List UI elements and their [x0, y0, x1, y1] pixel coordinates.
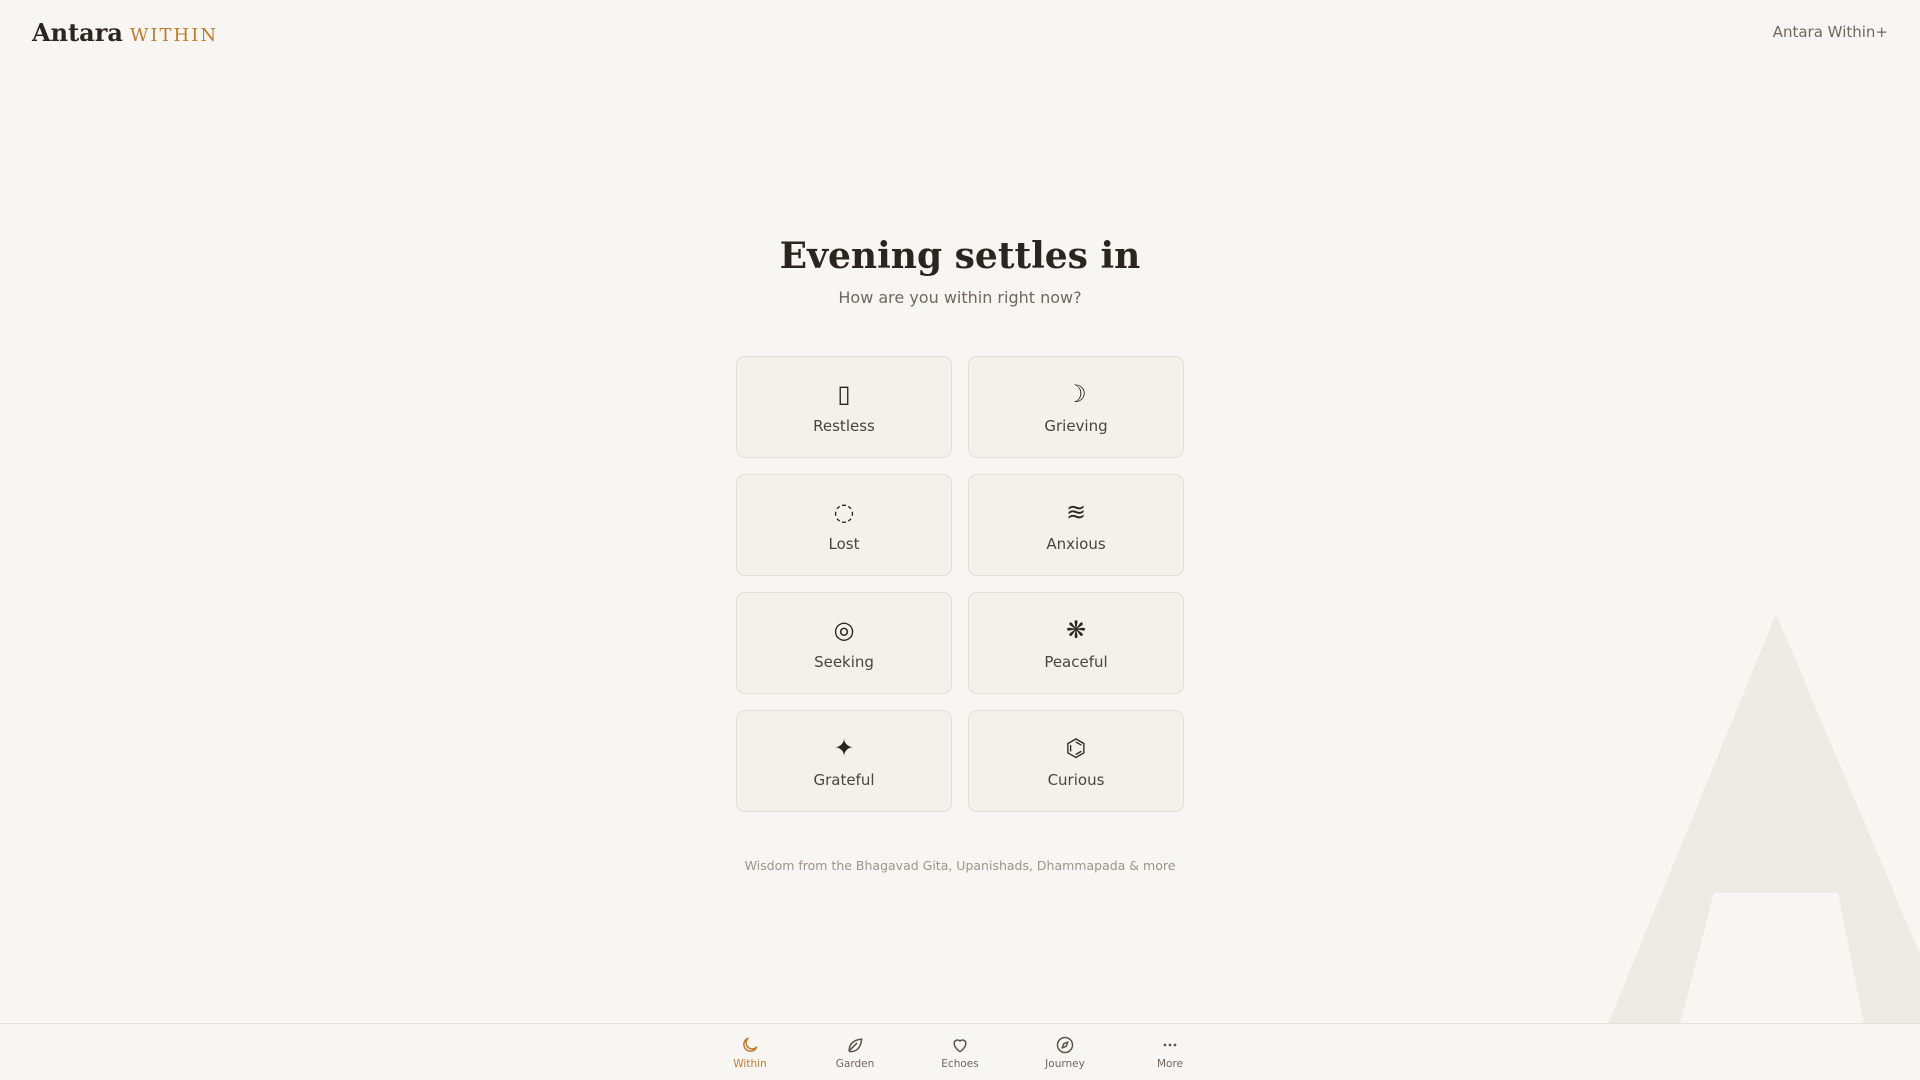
target-circle-icon: ◎ [833, 616, 855, 644]
nav-label: Journey [1045, 1057, 1085, 1070]
wisdom-sources-note: Wisdom from the Bhagavad Gita, Upanishad… [744, 858, 1176, 873]
mood-label: Lost [828, 535, 860, 553]
heart-icon [953, 1038, 967, 1052]
mood-grid: ▯ Restless ☽ Grieving ◌ Lost ≋ Anxious ◎… [736, 356, 1184, 812]
nav-item-echoes[interactable]: Echoes [908, 1035, 1013, 1070]
mood-card-peaceful[interactable]: ❋ Peaceful [968, 592, 1184, 694]
main-content: Evening settles in How are you within ri… [0, 0, 1920, 873]
nav-label: Within [733, 1057, 767, 1070]
nav-item-within[interactable]: Within [698, 1035, 803, 1070]
mood-card-lost[interactable]: ◌ Lost [736, 474, 952, 576]
mood-card-curious[interactable]: ⌬ Curious [968, 710, 1184, 812]
mood-card-grieving[interactable]: ☽ Grieving [968, 356, 1184, 458]
mood-label: Anxious [1046, 535, 1106, 553]
nav-label: More [1156, 1057, 1184, 1070]
crescent-moon-icon: ☽ [1065, 380, 1087, 408]
mood-label: Grieving [1044, 417, 1108, 435]
bottom-nav: Within Garden Echoes Journey More [0, 1023, 1920, 1080]
mood-label: Restless [813, 417, 875, 435]
page-subtitle: How are you within right now? [838, 288, 1082, 307]
more-dots-icon [1163, 1043, 1177, 1046]
mood-card-grateful[interactable]: ✦ Grateful [736, 710, 952, 812]
restless-icon: ▯ [837, 380, 851, 408]
nav-item-journey[interactable]: Journey [1013, 1035, 1118, 1070]
sparkle-star-icon: ✦ [833, 734, 855, 762]
page-title: Evening settles in [779, 235, 1141, 277]
mood-card-anxious[interactable]: ≋ Anxious [968, 474, 1184, 576]
waves-icon: ≋ [1065, 498, 1087, 526]
mood-card-seeking[interactable]: ◎ Seeking [736, 592, 952, 694]
dotted-circle-icon: ◌ [833, 498, 855, 526]
mood-label: Grateful [813, 771, 875, 789]
nav-label: Garden [835, 1057, 875, 1070]
mood-label: Seeking [814, 653, 874, 671]
mood-label: Curious [1047, 771, 1105, 789]
hexagon-icon: ⌬ [1065, 734, 1087, 762]
nav-label: Echoes [941, 1057, 979, 1070]
mood-label: Peaceful [1044, 653, 1108, 671]
moon-icon [743, 1037, 758, 1052]
compass-icon [1056, 1036, 1074, 1053]
flower-icon: ❋ [1065, 616, 1087, 644]
nav-item-more[interactable]: More [1118, 1035, 1223, 1070]
nav-item-garden[interactable]: Garden [803, 1035, 908, 1070]
leaf-icon [848, 1037, 863, 1052]
mood-card-restless[interactable]: ▯ Restless [736, 356, 952, 458]
